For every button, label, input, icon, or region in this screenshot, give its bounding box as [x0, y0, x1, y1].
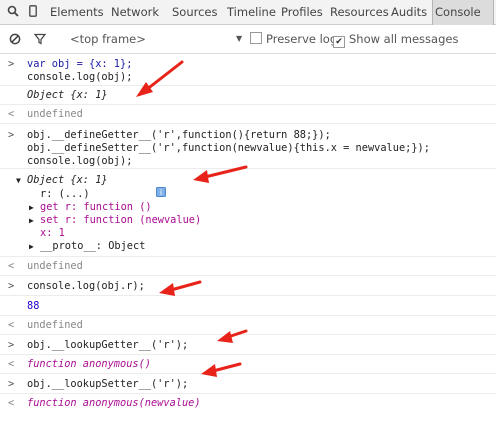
console-input: > obj.__lookupGetter__('r');: [0, 335, 496, 355]
console-input: > obj.__defineGetter__('r',function(){re…: [0, 124, 496, 169]
console-messages[interactable]: > var obj = {x: 1}; console.log(obj); Ob…: [0, 54, 496, 416]
show-all-label: Show all messages: [349, 32, 459, 46]
input-prompt: >: [8, 280, 15, 292]
input-prompt: >: [8, 129, 15, 141]
tab-resources[interactable]: Resources: [330, 0, 389, 25]
console-toolbar: <top frame> ▼ Preserve log ✔ Show all mes…: [0, 25, 496, 54]
result-prompt: <: [8, 319, 15, 331]
input-line: obj.__defineGetter__('r',function(){retu…: [27, 129, 331, 141]
search-icon[interactable]: [4, 0, 22, 25]
input-prompt: >: [8, 58, 15, 70]
console-input: > var obj = {x: 1}; console.log(obj);: [0, 56, 496, 86]
tab-elements[interactable]: Elements: [50, 0, 104, 25]
console-input: > obj.__lookupSetter__('r');: [0, 374, 496, 394]
input-line: var obj = {x: 1};: [27, 58, 133, 70]
input-line: console.log(obj.r);: [27, 280, 145, 292]
tab-network[interactable]: Network: [111, 0, 159, 25]
log-number: 88: [27, 300, 40, 312]
console-result: < undefined: [0, 257, 496, 276]
tab-console[interactable]: Console: [432, 0, 494, 25]
devtools-tabbar: Elements Network Sources Timeline Profil…: [0, 0, 496, 25]
preserve-log-box[interactable]: [250, 32, 262, 44]
object-property[interactable]: __proto__: Object: [40, 240, 145, 253]
result-value: undefined: [27, 260, 83, 272]
tab-sources[interactable]: Sources: [172, 0, 218, 25]
console-result: < function anonymous(): [0, 355, 496, 374]
object-property[interactable]: set r: function (newvalue): [40, 214, 201, 227]
console-log-output: ▼ Object {x: 1} i r: (...) ▶ get r: func…: [0, 169, 496, 257]
input-line: obj.__defineSetter__('r',function(newval…: [27, 142, 430, 154]
device-mode-icon[interactable]: [24, 0, 42, 25]
object-preview[interactable]: Object {x: 1}: [27, 89, 108, 102]
input-line: console.log(obj);: [27, 71, 133, 83]
console-log-output: 88: [0, 296, 496, 316]
tab-timeline[interactable]: Timeline: [227, 0, 276, 25]
preserve-log-label: Preserve log: [266, 32, 338, 46]
object-header[interactable]: Object {x: 1}: [27, 174, 108, 187]
tab-profiles[interactable]: Profiles: [281, 0, 323, 25]
console-input: > console.log(obj.r);: [0, 276, 496, 296]
input-line: obj.__lookupGetter__('r');: [27, 339, 189, 351]
input-line: console.log(obj);: [27, 155, 133, 167]
show-all-messages-checkbox[interactable]: ✔ Show all messages: [333, 25, 458, 53]
result-function[interactable]: function anonymous(): [27, 358, 151, 371]
filter-icon[interactable]: [33, 25, 47, 53]
show-all-box[interactable]: ✔: [333, 36, 345, 48]
frame-selector[interactable]: <top frame>: [70, 25, 146, 53]
input-line: obj.__lookupSetter__('r');: [27, 378, 189, 390]
result-value: undefined: [27, 319, 83, 331]
input-prompt: >: [8, 339, 15, 351]
input-prompt: >: [8, 378, 15, 390]
console-result: < undefined: [0, 105, 496, 124]
console-result: < undefined: [0, 316, 496, 335]
expand-toggle-icon[interactable]: ▶: [29, 240, 34, 253]
object-property: r: (...): [40, 188, 90, 200]
object-property[interactable]: get r: function (): [40, 201, 152, 214]
chevron-down-icon[interactable]: ▼: [236, 25, 242, 53]
preserve-log-checkbox[interactable]: Preserve log: [250, 25, 337, 53]
expand-toggle-icon[interactable]: ▶: [29, 201, 34, 214]
svg-text:i: i: [160, 188, 162, 197]
result-value: undefined: [27, 108, 83, 120]
result-prompt: <: [8, 358, 15, 370]
console-log-output: Object {x: 1}: [0, 86, 496, 105]
expand-toggle-icon[interactable]: ▶: [29, 214, 34, 227]
result-prompt: <: [8, 397, 15, 409]
clear-console-icon[interactable]: [9, 25, 21, 53]
result-prompt: <: [8, 108, 15, 120]
result-prompt: <: [8, 260, 15, 272]
result-function[interactable]: function anonymous(newvalue): [27, 397, 201, 410]
tab-audits[interactable]: Audits: [391, 0, 427, 25]
object-property: x: 1: [40, 227, 65, 239]
console-result: < function anonymous(newvalue): [0, 394, 496, 413]
expand-toggle-icon[interactable]: ▼: [16, 174, 21, 187]
